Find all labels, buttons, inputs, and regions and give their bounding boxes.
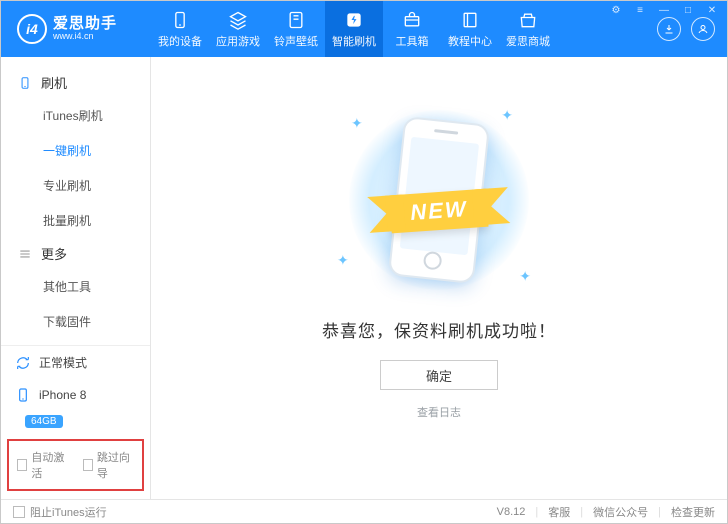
toolbox-icon [401, 9, 423, 31]
section-more[interactable]: 更多 [1, 238, 150, 269]
flash-options-highlight: 自动激活 跳过向导 [7, 439, 144, 491]
brand-title: 爱思助手 [53, 16, 117, 33]
sidebar-bottom: 正常模式 iPhone 8 64GB 自动激活 跳过向导 [1, 345, 150, 499]
success-message: 恭喜您，保资料刷机成功啦！ [322, 317, 556, 342]
download-button[interactable] [657, 17, 681, 41]
check-update-link[interactable]: 检查更新 [671, 504, 715, 520]
device-mode[interactable]: 正常模式 [1, 346, 150, 379]
app-header: ⚙ ≡ — □ ✕ i4 爱思助手 www.i4.cn 我的设备应用游戏铃声壁纸… [1, 1, 727, 57]
device-icon [17, 75, 33, 91]
skip-guide-checkbox[interactable]: 跳过向导 [83, 449, 135, 481]
support-link[interactable]: 客服 [548, 504, 570, 520]
nav-label: 铃声壁纸 [274, 33, 318, 49]
nav-label: 智能刷机 [332, 33, 376, 49]
nav-apps[interactable]: 应用游戏 [209, 1, 267, 57]
maximize-icon[interactable]: □ [679, 3, 697, 17]
main-content: ✦✦✦✦ NEW 恭喜您，保资料刷机成功啦！ 确定 查看日志 [151, 57, 727, 499]
nav-phone[interactable]: 我的设备 [151, 1, 209, 57]
minimize-icon[interactable]: — [655, 3, 673, 17]
app-body: 刷机iTunes刷机一键刷机专业刷机批量刷机更多其他工具下载固件高级功能 正常模… [1, 57, 727, 499]
section-title: 刷机 [41, 73, 67, 92]
store-icon [517, 9, 539, 31]
section-flash[interactable]: 刷机 [1, 67, 150, 98]
account-button[interactable] [691, 17, 715, 41]
sidebar: 刷机iTunes刷机一键刷机专业刷机批量刷机更多其他工具下载固件高级功能 正常模… [1, 57, 151, 499]
device-block[interactable]: iPhone 8 64GB [1, 379, 150, 435]
settings-icon[interactable]: ⚙ [607, 3, 625, 17]
nav-store[interactable]: 爱思商城 [499, 1, 557, 57]
auto-activate-label: 自动激活 [31, 449, 68, 481]
nav-music[interactable]: 铃声壁纸 [267, 1, 325, 57]
version-label: V8.12 [497, 506, 526, 518]
top-nav: 我的设备应用游戏铃声壁纸智能刷机 工具箱 教程中心爱思商城 [151, 1, 657, 57]
brand-subtitle: www.i4.cn [53, 32, 117, 42]
device-name: iPhone 8 [39, 388, 86, 402]
window-controls: ⚙ ≡ — □ ✕ [607, 3, 721, 17]
device-storage-badge: 64GB [25, 415, 63, 428]
logo-icon: i4 [17, 14, 47, 44]
block-itunes-checkbox[interactable]: 阻止iTunes运行 [13, 504, 107, 520]
sidebar-item[interactable]: 专业刷机 [1, 168, 150, 203]
device-mode-label: 正常模式 [39, 354, 87, 371]
nav-label: 工具箱 [396, 33, 429, 49]
book-icon [459, 9, 481, 31]
nav-label: 爱思商城 [506, 33, 550, 49]
sidebar-item[interactable]: 下载固件 [1, 304, 150, 339]
nav-flash[interactable]: 智能刷机 [325, 1, 383, 57]
skip-guide-label: 跳过向导 [97, 449, 134, 481]
close-icon[interactable]: ✕ [703, 3, 721, 17]
ok-button[interactable]: 确定 [380, 360, 498, 390]
apps-icon [227, 9, 249, 31]
sidebar-item[interactable]: 其他工具 [1, 269, 150, 304]
nav-label: 应用游戏 [216, 33, 260, 49]
section-title: 更多 [41, 244, 67, 263]
auto-activate-checkbox[interactable]: 自动激活 [17, 449, 69, 481]
sidebar-item[interactable]: iTunes刷机 [1, 98, 150, 133]
new-ribbon: NEW [389, 189, 489, 234]
nav-label: 我的设备 [158, 33, 202, 49]
success-illustration: ✦✦✦✦ NEW [329, 105, 549, 295]
block-itunes-label: 阻止iTunes运行 [30, 504, 107, 520]
menu-icon[interactable]: ≡ [631, 3, 649, 17]
flash-icon [343, 9, 365, 31]
phone-icon [169, 9, 191, 31]
sidebar-item[interactable]: 批量刷机 [1, 203, 150, 238]
status-bar: 阻止iTunes运行 V8.12| 客服| 微信公众号| 检查更新 [1, 499, 727, 523]
list-icon [17, 246, 33, 262]
sidebar-item[interactable]: 一键刷机 [1, 133, 150, 168]
wechat-link[interactable]: 微信公众号 [593, 504, 648, 520]
nav-toolbox[interactable]: 工具箱 [383, 1, 441, 57]
brand-block: i4 爱思助手 www.i4.cn [1, 1, 151, 57]
refresh-icon [15, 355, 31, 371]
phone-icon [15, 387, 31, 403]
nav-label: 教程中心 [448, 33, 492, 49]
view-log-link[interactable]: 查看日志 [417, 404, 461, 420]
nav-book[interactable]: 教程中心 [441, 1, 499, 57]
music-icon [285, 9, 307, 31]
